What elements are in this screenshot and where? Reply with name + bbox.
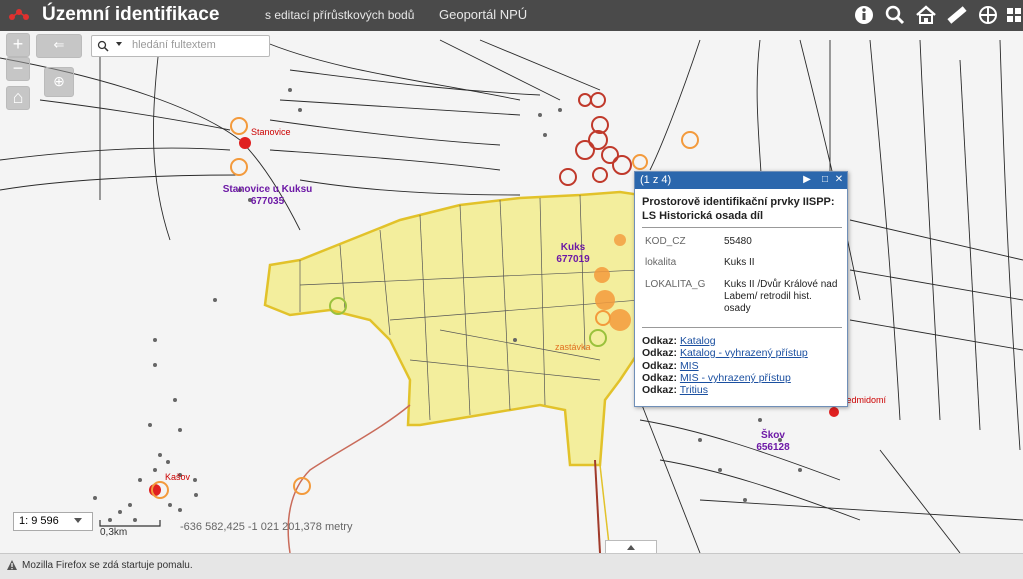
chevron-up-icon <box>627 545 635 550</box>
link-row: Odkaz: MIS - vyhrazený přístup <box>642 372 791 384</box>
popup-header: (1 z 4) ▶ □ ✕ <box>635 172 847 189</box>
label-kasov: Kašov <box>165 472 191 482</box>
attr-key: lokalita <box>645 257 677 268</box>
link-row: Odkaz: MIS <box>642 360 699 372</box>
map-canvas[interactable]: + − ⌂ ⇐ ⊕ Stanovice Stanovice u Kuksu 677… <box>0 31 1023 553</box>
status-text: Mozilla Firefox se zdá startuje pomalu. <box>22 560 193 571</box>
info-icon[interactable] <box>851 3 877 27</box>
popup-title: Prostorově identifikační prvky IISPP: LS… <box>642 196 835 222</box>
link-row: Odkaz: Tritius <box>642 384 708 396</box>
app-header: Územní identifikace s editací přírůstkov… <box>0 0 1023 31</box>
link-row: Odkaz: Katalog - vyhrazený přístup <box>642 347 808 359</box>
label-kuks: Kuks 677019 <box>556 242 590 265</box>
app-subtitle: s editací přírůstkových bodů <box>265 8 415 22</box>
link-katalog[interactable]: Katalog <box>680 335 716 347</box>
link-mis[interactable]: MIS <box>680 360 699 372</box>
back-extent-button[interactable]: ⇐ <box>36 34 82 58</box>
link-tritius[interactable]: Tritius <box>680 384 708 396</box>
next-icon[interactable]: ▶ <box>801 174 813 186</box>
popup-count: (1 z 4) <box>640 174 672 186</box>
attr-value: Kuks II <box>724 257 755 268</box>
link-row: Odkaz: Katalog <box>642 335 716 347</box>
zoom-in-button[interactable]: + <box>6 33 30 57</box>
label-skov: Škov 656128 <box>756 430 790 453</box>
search-placeholder: hledání fultextem <box>132 39 216 51</box>
dropdown-arrow-icon[interactable] <box>116 42 122 46</box>
app-title: Územní identifikace <box>42 4 220 25</box>
highlighted-area <box>263 190 642 467</box>
layers-icon[interactable] <box>975 3 1001 27</box>
geoportal-link[interactable]: Geoportál NPÚ <box>439 7 527 22</box>
scale-select[interactable]: 1: 9 596 <box>13 512 93 531</box>
search-input[interactable]: hledání fultextem <box>91 35 270 57</box>
browser-status-bar: Mozilla Firefox se zdá startuje pomalu. <box>0 553 1023 579</box>
maximize-icon[interactable]: □ <box>819 174 831 186</box>
link-katalog-restricted[interactable]: Katalog - vyhrazený přístup <box>680 347 808 359</box>
zoom-out-button[interactable]: − <box>6 57 30 81</box>
label-stanovice-u-kuksu: Stanovice u Kuksu 677035 <box>222 184 313 207</box>
identify-popup: (1 z 4) ▶ □ ✕ Prostorově identifikační p… <box>634 171 848 407</box>
map-drawing <box>0 39 1023 553</box>
scalebar-label: 0,3km <box>100 527 128 538</box>
divider <box>642 227 842 228</box>
link-mis-restricted[interactable]: MIS - vyhrazený přístup <box>680 372 791 384</box>
attr-value: 55480 <box>724 236 752 247</box>
grid-icon[interactable] <box>1005 3 1023 27</box>
search-icon <box>97 40 109 52</box>
home-view-button[interactable]: ⌂ <box>6 86 30 110</box>
label-stanovice: Stanovice <box>251 127 291 137</box>
attr-key: KOD_CZ <box>645 236 686 247</box>
chevron-down-icon <box>74 518 82 523</box>
warning-icon <box>7 560 17 570</box>
locate-icon[interactable]: ⊕ <box>44 67 74 97</box>
coordinate-readout: -636 582,425 -1 021 201,378 metry <box>180 521 353 533</box>
search-icon[interactable] <box>882 3 908 27</box>
attr-value: Kuks II /Dvůr Králové nad Labem/ retrodi… <box>724 279 838 314</box>
close-icon[interactable]: ✕ <box>833 174 845 186</box>
measure-icon[interactable] <box>944 3 970 27</box>
divider <box>642 327 842 328</box>
logo-icon <box>9 9 29 20</box>
home-icon[interactable] <box>913 3 939 27</box>
label-zastavka: zastávka <box>555 342 591 352</box>
attr-key: LOKALITA_G <box>645 279 706 290</box>
